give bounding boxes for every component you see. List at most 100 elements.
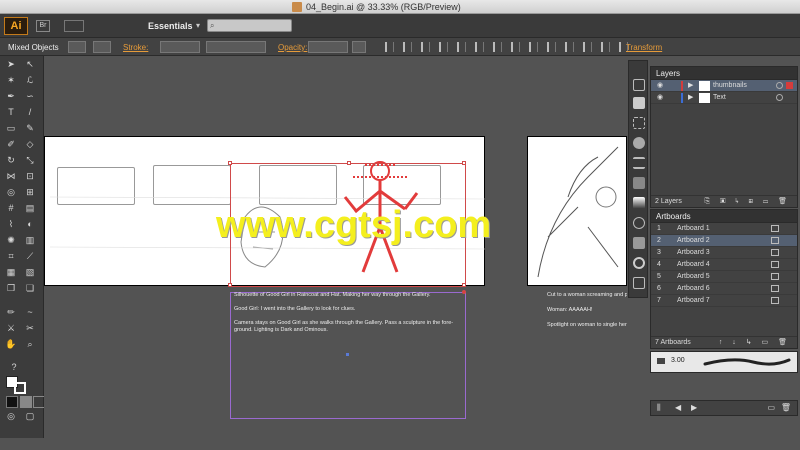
scale-tool-icon[interactable]: ⤡ xyxy=(24,154,36,166)
resize-handle[interactable] xyxy=(228,161,232,165)
layers-panel-title[interactable]: Layers xyxy=(651,67,797,80)
artboard-options-icon[interactable] xyxy=(771,237,779,244)
opacity-field[interactable] xyxy=(308,41,348,53)
hand-tool-icon[interactable]: ✋ xyxy=(5,338,17,350)
bar-graph-icon[interactable]: ▦ xyxy=(5,266,17,278)
appearance-icon[interactable] xyxy=(633,217,645,229)
stroke-label[interactable]: Stroke: xyxy=(123,43,148,52)
document-canvas[interactable]: Silhouette of Good Girl in Raincoat and … xyxy=(44,56,627,450)
help-icon[interactable]: ? xyxy=(8,361,20,373)
stroke-swatch[interactable] xyxy=(93,41,111,53)
rectangle-tool-icon[interactable]: ▭ xyxy=(5,122,17,134)
gradient-tool-icon[interactable]: ▤ xyxy=(24,202,36,214)
color-panel-icon[interactable] xyxy=(633,79,645,91)
delete-icon[interactable]: 🗑 xyxy=(781,403,791,412)
layer-row-text[interactable]: ◉ ▶ Text xyxy=(651,92,797,104)
eye-icon[interactable]: ◉ xyxy=(657,80,663,92)
library-icon[interactable]: ⫼ xyxy=(657,403,661,413)
options-icon[interactable]: ▭ xyxy=(767,403,775,412)
graph-tool-icon[interactable]: ▥ xyxy=(24,234,36,246)
smooth-tool-icon[interactable]: ~ xyxy=(24,306,36,318)
paintbrush-icon[interactable]: ✎ xyxy=(24,122,36,134)
distribute-left-icon[interactable] xyxy=(547,42,556,52)
distribute-bottom-icon[interactable] xyxy=(529,42,538,52)
selection-tool-icon[interactable]: ➤ xyxy=(5,58,17,70)
line-tool-icon[interactable]: / xyxy=(24,106,36,118)
layers-action-icons[interactable]: ⎘ ▣ ↳ ⊞ ▭ 🗑 xyxy=(705,196,791,208)
transform-link[interactable]: Transform xyxy=(626,43,662,52)
distribute-space-icon[interactable] xyxy=(601,42,610,52)
pages-icon[interactable]: ❏ xyxy=(24,282,36,294)
align-top-icon[interactable] xyxy=(439,42,448,52)
artboard-options-icon[interactable] xyxy=(771,297,779,304)
brush-definition-strip[interactable]: 3.00 xyxy=(650,351,798,373)
align-middle-icon[interactable] xyxy=(457,42,466,52)
align-bottom-icon[interactable] xyxy=(475,42,484,52)
slice-tool-icon[interactable]: ⟋ xyxy=(24,250,36,262)
eraser-icon[interactable]: ◇ xyxy=(24,138,36,150)
bookmark-icon[interactable]: ❐ xyxy=(5,282,17,294)
direct-selection-tool-icon[interactable]: ↖ xyxy=(24,58,36,70)
artboard-row[interactable]: 5 Artboard 5 xyxy=(651,271,797,283)
selection-indicator[interactable] xyxy=(786,82,793,89)
eye-icon[interactable]: ◉ xyxy=(657,92,663,104)
column-graph-icon[interactable]: ▧ xyxy=(24,266,36,278)
align-right-icon[interactable] xyxy=(421,42,430,52)
blend-tool-icon[interactable]: ◐ xyxy=(24,218,36,230)
color-mode-icon[interactable] xyxy=(6,396,18,408)
arrange-documents-button[interactable] xyxy=(64,20,84,32)
expand-arrow-icon[interactable]: ▶ xyxy=(688,92,693,104)
resize-handle[interactable] xyxy=(228,283,232,287)
next-arrow-icon[interactable]: ▶ xyxy=(691,403,697,412)
stroke-color-swatch[interactable] xyxy=(14,382,26,394)
artboard-row[interactable]: 1 Artboard 1 xyxy=(651,223,797,235)
stroke-panel-icon[interactable] xyxy=(633,157,645,169)
fill-swatch[interactable] xyxy=(68,41,86,53)
bridge-button[interactable]: Br xyxy=(36,20,50,32)
artboard-options-icon[interactable] xyxy=(771,273,779,280)
perspective-grid-icon[interactable]: ⊞ xyxy=(24,186,36,198)
eyedropper-icon[interactable]: ⌇ xyxy=(5,218,17,230)
artboard-row[interactable]: 3 Artboard 3 xyxy=(651,247,797,259)
color-guide-icon[interactable] xyxy=(633,257,645,269)
gradient-panel-icon[interactable] xyxy=(633,177,645,189)
draw-mode-icon[interactable]: ◎ xyxy=(5,410,17,422)
width-tool-icon[interactable]: ⋈ xyxy=(5,170,17,182)
zoom-tool-icon[interactable]: ⌕ xyxy=(24,338,36,350)
distribute-middle-icon[interactable] xyxy=(511,42,520,52)
brushes-icon[interactable] xyxy=(633,117,645,129)
symbols-icon[interactable] xyxy=(633,137,645,149)
distribute-right-icon[interactable] xyxy=(583,42,592,52)
artboard-options-icon[interactable] xyxy=(771,261,779,268)
variable-width-field[interactable] xyxy=(206,41,266,53)
target-icon[interactable] xyxy=(776,82,783,89)
artboard-right[interactable] xyxy=(527,136,627,286)
knife-tool-icon[interactable]: ⚔ xyxy=(5,322,17,334)
opacity-label[interactable]: Opacity: xyxy=(278,43,307,52)
artboard-options-icon[interactable] xyxy=(771,225,779,232)
artboards-panel-title[interactable]: Artboards xyxy=(651,210,797,223)
pen-tool-icon[interactable]: ✒ xyxy=(5,90,17,102)
align-left-icon[interactable] xyxy=(385,42,394,52)
artboard-row[interactable]: 6 Artboard 6 xyxy=(651,283,797,295)
gradient-mode-icon[interactable] xyxy=(20,396,32,408)
artboard-options-icon[interactable] xyxy=(771,285,779,292)
screen-mode-icon[interactable]: ▢ xyxy=(24,410,36,422)
stroke-weight-field[interactable] xyxy=(160,41,200,53)
search-input[interactable]: ⌕ xyxy=(207,19,292,32)
align-center-icon[interactable] xyxy=(403,42,412,52)
distribute-top-icon[interactable] xyxy=(493,42,502,52)
artboard-row[interactable]: 4 Artboard 4 xyxy=(651,259,797,271)
workspace-switcher[interactable]: Essentials xyxy=(148,21,193,31)
shaper-tool-icon[interactable]: ✐ xyxy=(5,138,17,150)
resize-handle[interactable] xyxy=(462,161,466,165)
graphic-styles-icon[interactable] xyxy=(633,237,645,249)
lasso-icon[interactable]: ℒ xyxy=(24,74,36,86)
pencil-tool-icon[interactable]: ✏ xyxy=(5,306,17,318)
script-text[interactable]: Silhouette of Good Girl in Raincoat and … xyxy=(234,292,474,334)
transparency-icon[interactable] xyxy=(633,197,645,209)
resize-handle[interactable] xyxy=(347,161,351,165)
layer-row-thumbnails[interactable]: ◉ ▶ thumbnails xyxy=(651,80,797,92)
expand-arrow-icon[interactable]: ▶ xyxy=(688,80,693,92)
resize-handle[interactable] xyxy=(462,283,466,287)
